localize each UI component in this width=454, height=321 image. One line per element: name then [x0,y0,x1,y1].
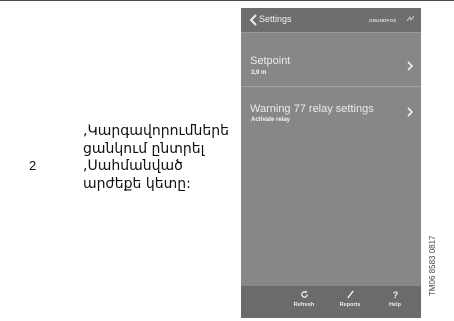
page: 2 ,Կարգավորումներե ցանկում ընտրել ,Սահմա… [0,0,454,321]
svg-text:?: ? [392,290,398,299]
svg-text:GRUNDFOS: GRUNDFOS [369,18,396,23]
warning-relay-row[interactable]: Warning 77 relay settings Activate relay [241,86,421,142]
header-title: Settings [259,14,292,24]
help-label: Help [389,302,401,308]
help-button[interactable]: ? Help [375,290,415,308]
setpoint-row[interactable]: Setpoint 3,9 m [241,32,421,87]
phone-screen: Settings GRUNDFOS Setpoint 3,9 m Warning… [241,8,421,318]
refresh-label: Refresh [293,302,315,308]
help-icon: ? [392,290,398,299]
reports-label: Reports [339,302,361,308]
reports-icon [346,290,354,299]
warning-relay-label: Warning 77 relay settings [250,103,374,115]
step-number: 2 [29,158,37,173]
chevron-right-icon [407,107,414,117]
grundfos-logo: GRUNDFOS [369,15,415,23]
reports-button[interactable]: Reports [330,290,370,308]
setpoint-label: Setpoint [250,55,291,67]
bottom-toolbar: Refresh Reports ? Help [241,286,421,318]
setpoint-value: 3,9 m [251,70,267,76]
refresh-icon [300,290,308,298]
figure-code: TM06 8583 0817 [428,235,437,297]
settings-header: Settings GRUNDFOS [241,8,421,33]
warning-relay-value: Activate relay [251,117,291,123]
step-instruction: ,Կարգավորումներե ցանկում ընտրել ,Սահմանվ… [83,123,229,192]
top-rule [0,0,454,1]
refresh-button[interactable]: Refresh [284,290,324,308]
chevron-right-icon [407,61,414,71]
